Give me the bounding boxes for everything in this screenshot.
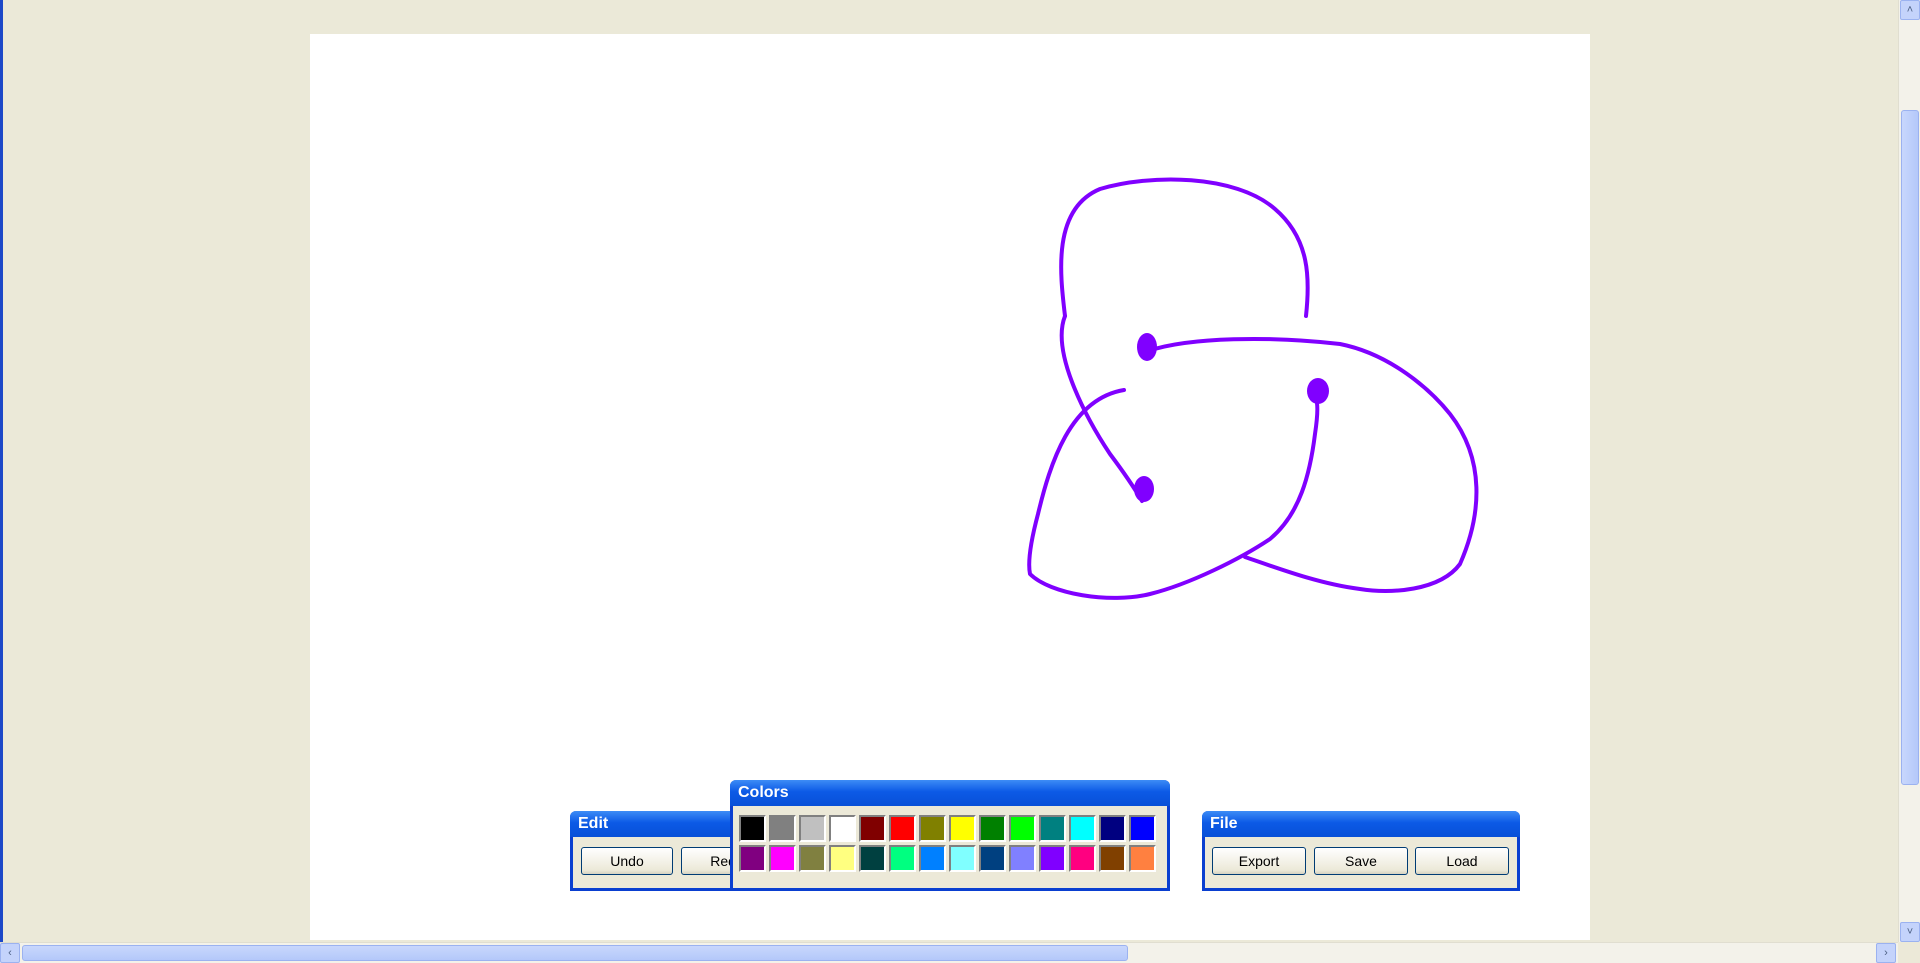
color-swatch[interactable] xyxy=(889,815,916,842)
color-swatch[interactable] xyxy=(1009,815,1036,842)
undo-button[interactable]: Undo xyxy=(581,847,673,875)
color-swatch[interactable] xyxy=(1069,815,1096,842)
color-swatch[interactable] xyxy=(739,845,766,872)
file-toolbox: File Export Save Load xyxy=(1202,811,1520,891)
color-swatch[interactable] xyxy=(1039,845,1066,872)
color-swatch[interactable] xyxy=(889,845,916,872)
color-swatch[interactable] xyxy=(799,815,826,842)
scroll-down-button[interactable]: ˅ xyxy=(1900,922,1920,942)
ink-blob xyxy=(1137,333,1157,361)
color-swatch[interactable] xyxy=(859,845,886,872)
window-left-border xyxy=(0,0,3,962)
color-swatch[interactable] xyxy=(1099,845,1126,872)
color-swatch[interactable] xyxy=(739,815,766,842)
color-swatch[interactable] xyxy=(1129,845,1156,872)
color-swatch[interactable] xyxy=(949,845,976,872)
color-swatch[interactable] xyxy=(1039,815,1066,842)
horizontal-scrollbar[interactable]: ‹ › xyxy=(0,942,1898,963)
color-palette xyxy=(739,815,1156,872)
color-swatch[interactable] xyxy=(949,815,976,842)
color-swatch[interactable] xyxy=(769,815,796,842)
vertical-scrollbar[interactable]: ˄ ˅ xyxy=(1898,0,1920,942)
ink-blob xyxy=(1134,476,1154,502)
color-swatch[interactable] xyxy=(799,845,826,872)
color-swatch[interactable] xyxy=(769,845,796,872)
color-swatch[interactable] xyxy=(1129,815,1156,842)
save-button[interactable]: Save xyxy=(1314,847,1408,875)
edit-toolbox: Edit Undo Redo xyxy=(570,811,773,891)
stroke-top-loop xyxy=(1059,177,1310,318)
vertical-scroll-thumb[interactable] xyxy=(1901,110,1919,785)
colors-toolbox-title[interactable]: Colors xyxy=(730,780,1170,806)
color-swatch[interactable] xyxy=(1099,815,1126,842)
color-swatch[interactable] xyxy=(919,815,946,842)
stroke-top-left xyxy=(1059,314,1144,503)
file-toolbox-title[interactable]: File xyxy=(1202,811,1520,837)
stroke-right-loop xyxy=(1146,336,1479,593)
scroll-up-button[interactable]: ˄ xyxy=(1900,0,1920,20)
scroll-right-button[interactable]: › xyxy=(1876,943,1896,963)
color-swatch[interactable] xyxy=(829,845,856,872)
color-swatch[interactable] xyxy=(1069,845,1096,872)
load-button[interactable]: Load xyxy=(1415,847,1509,875)
color-swatch[interactable] xyxy=(979,815,1006,842)
export-button[interactable]: Export xyxy=(1212,847,1306,875)
horizontal-scroll-thumb[interactable] xyxy=(22,945,1128,961)
color-swatch[interactable] xyxy=(919,845,946,872)
color-swatch[interactable] xyxy=(829,815,856,842)
color-swatch[interactable] xyxy=(1009,845,1036,872)
color-swatch[interactable] xyxy=(979,845,1006,872)
ink-blob xyxy=(1307,378,1329,404)
edit-toolbox-title[interactable]: Edit xyxy=(570,811,750,837)
scrollbar-corner xyxy=(1898,942,1920,962)
color-swatch[interactable] xyxy=(859,815,886,842)
scroll-left-button[interactable]: ‹ xyxy=(0,943,20,963)
colors-toolbox: Colors xyxy=(730,780,1170,891)
